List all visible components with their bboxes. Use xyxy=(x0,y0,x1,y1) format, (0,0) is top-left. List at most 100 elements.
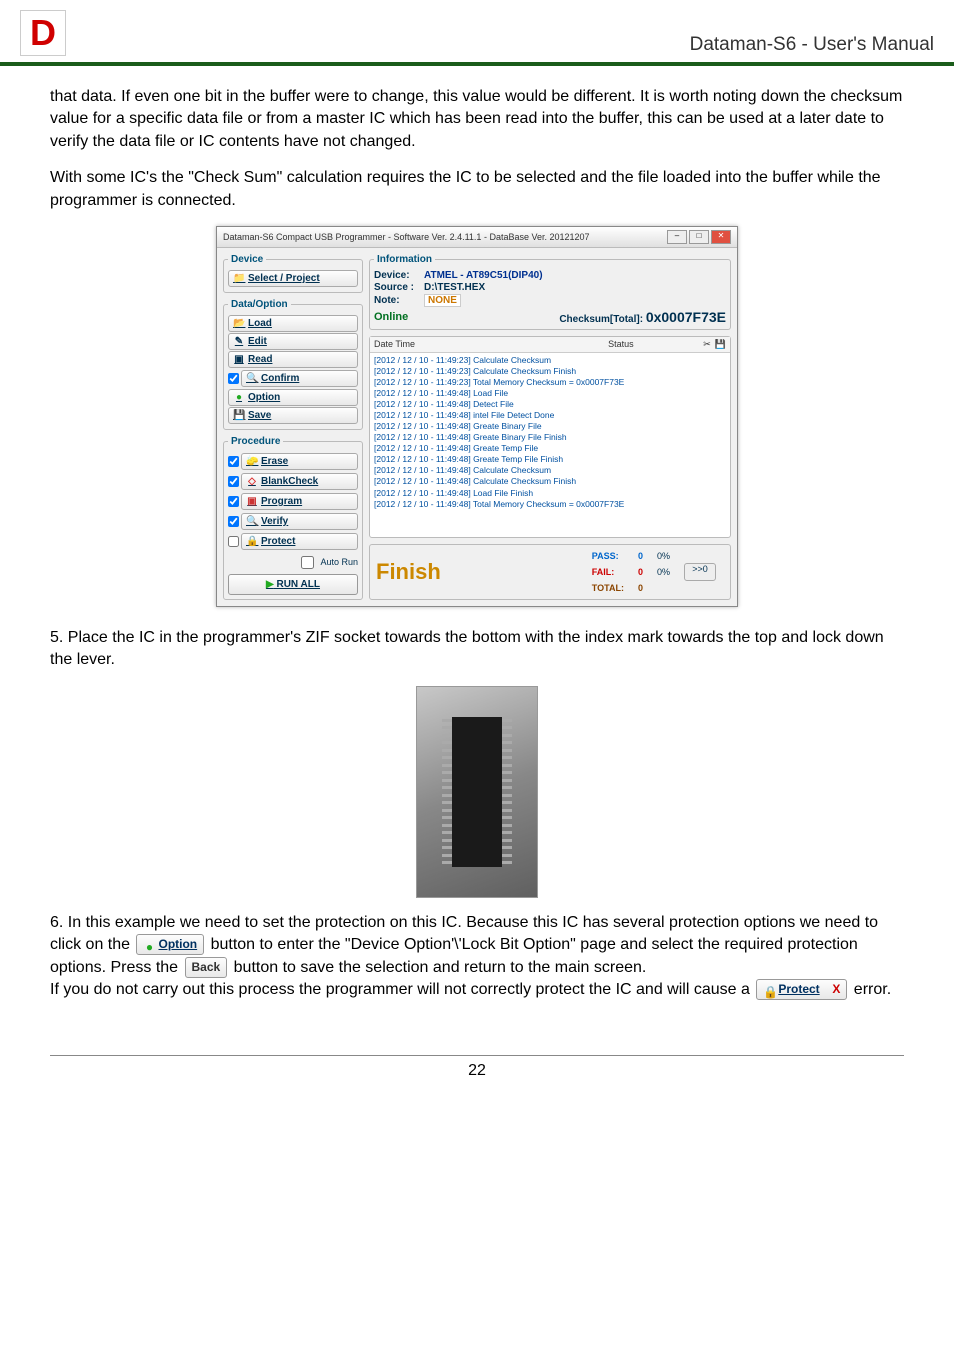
reset-counter-button[interactable]: >>0 xyxy=(684,563,716,581)
intro-paragraph-1: that data. If even one bit in the buffer… xyxy=(50,86,904,153)
titlebar: Dataman-S6 Compact USB Programmer - Soft… xyxy=(217,227,737,248)
note-value: NONE xyxy=(424,294,461,307)
log-line: [2012 / 12 / 10 - 11:49:23] Total Memory… xyxy=(374,377,726,388)
app-window: Dataman-S6 Compact USB Programmer - Soft… xyxy=(216,226,738,607)
option-icon: ● xyxy=(233,392,245,403)
minimize-button[interactable]: – xyxy=(667,230,687,244)
confirm-button[interactable]: 🔍Confirm xyxy=(241,370,358,387)
erase-icon: 🧽 xyxy=(246,456,258,467)
log-line: [2012 / 12 / 10 - 11:49:48] Greate Binar… xyxy=(374,421,726,432)
log-line: [2012 / 12 / 10 - 11:49:23] Calculate Ch… xyxy=(374,366,726,377)
auto-run-checkbox[interactable] xyxy=(301,556,314,569)
device-value: ATMEL - AT89C51(DIP40) xyxy=(424,270,543,281)
close-button[interactable]: ✕ xyxy=(711,230,731,244)
step-5: 5. Place the IC in the programmer's ZIF … xyxy=(50,627,904,672)
page-header: D Dataman-S6 - User's Manual xyxy=(0,0,954,66)
intro-paragraph-2: With some IC's the "Check Sum" calculati… xyxy=(50,167,904,212)
program-icon: ▣ xyxy=(246,496,258,507)
inline-back-button[interactable]: Back xyxy=(185,957,228,978)
log-header-datetime: Date Time xyxy=(374,339,539,350)
note-label: Note: xyxy=(374,295,424,306)
verify-icon: 🔍 xyxy=(246,516,258,527)
device-legend: Device xyxy=(228,254,266,265)
load-button[interactable]: 📂Load xyxy=(228,315,358,332)
fail-label: FAIL: xyxy=(586,563,630,581)
log-line: [2012 / 12 / 10 - 11:49:48] Load File xyxy=(374,388,726,399)
app-title: Dataman-S6 Compact USB Programmer - Soft… xyxy=(223,232,590,242)
confirm-checkbox[interactable] xyxy=(228,373,239,384)
source-label: Source : xyxy=(374,282,424,293)
run-all-button[interactable]: ▶ RUN ALL xyxy=(228,574,358,595)
data-option-group: Data/Option 📂Load ✎Edit ▣Read 🔍Confirm ●… xyxy=(223,299,363,430)
total-value: 0 xyxy=(632,583,649,593)
save-button[interactable]: 💾Save xyxy=(228,407,358,424)
program-button[interactable]: ▣Program xyxy=(241,493,358,510)
page-number: 22 xyxy=(50,1055,904,1086)
protect-checkbox[interactable] xyxy=(228,536,239,547)
log-line: [2012 / 12 / 10 - 11:49:48] Greate Temp … xyxy=(374,454,726,465)
protect-button[interactable]: 🔒Protect xyxy=(241,533,358,550)
checksum-value: 0x0007F73E xyxy=(646,309,726,325)
log-line: [2012 / 12 / 10 - 11:49:48] Greate Temp … xyxy=(374,443,726,454)
select-project-button[interactable]: 📁 Select / Project xyxy=(228,270,358,287)
option-button[interactable]: ●Option xyxy=(228,389,358,406)
header-title: Dataman-S6 - User's Manual xyxy=(690,34,934,56)
logo: D xyxy=(20,10,66,56)
blankcheck-button[interactable]: ◇BlankCheck xyxy=(241,473,358,490)
verify-button[interactable]: 🔍Verify xyxy=(241,513,358,530)
log-line: [2012 / 12 / 10 - 11:49:23] Calculate Ch… xyxy=(374,355,726,366)
device-group: Device 📁 Select / Project xyxy=(223,254,363,293)
log-header-status: Status xyxy=(539,339,704,350)
program-checkbox[interactable] xyxy=(228,496,239,507)
pass-pct: 0% xyxy=(651,551,676,561)
log-list: [2012 / 12 / 10 - 11:49:23] Calculate Ch… xyxy=(370,353,730,512)
edit-button[interactable]: ✎Edit xyxy=(228,333,358,350)
total-label: TOTAL: xyxy=(586,583,630,593)
chip-photo xyxy=(416,686,538,898)
read-icon: ▣ xyxy=(233,354,245,365)
online-status: Online xyxy=(374,311,408,323)
maximize-button[interactable]: □ xyxy=(689,230,709,244)
search-icon: 🔍 xyxy=(246,373,258,384)
erase-checkbox[interactable] xyxy=(228,456,239,467)
fail-pct: 0% xyxy=(651,563,676,581)
log-line: [2012 / 12 / 10 - 11:49:48] Load File Fi… xyxy=(374,488,726,499)
log-line: [2012 / 12 / 10 - 11:49:48] Detect File xyxy=(374,399,726,410)
information-legend: Information xyxy=(374,254,435,265)
device-label: Device: xyxy=(374,270,424,281)
finish-label: Finish xyxy=(376,559,441,585)
log-area: Date Time Status ✂ 💾 [2012 / 12 / 10 - 11… xyxy=(369,336,731,538)
log-line: [2012 / 12 / 10 - 11:49:48] Greate Binar… xyxy=(374,432,726,443)
log-line: [2012 / 12 / 10 - 11:49:48] Total Memory… xyxy=(374,499,726,510)
lock-icon: 🔒 xyxy=(246,536,258,547)
verify-checkbox[interactable] xyxy=(228,516,239,527)
log-line: [2012 / 12 / 10 - 11:49:48] intel File D… xyxy=(374,410,726,421)
clear-log-icon[interactable]: ✂ xyxy=(703,339,711,350)
auto-run-label: Auto Run xyxy=(320,557,358,567)
load-icon: 📂 xyxy=(233,318,245,329)
pass-value: 0 xyxy=(632,551,649,561)
blankcheck-icon: ◇ xyxy=(246,476,258,487)
step-6: 6. In this example we need to set the pr… xyxy=(50,912,904,1002)
status-area: Finish PASS: 0 0% FAIL: 0 xyxy=(369,544,731,600)
read-button[interactable]: ▣Read xyxy=(228,351,358,368)
fail-value: 0 xyxy=(632,563,649,581)
data-option-legend: Data/Option xyxy=(228,299,291,310)
source-value: D:\TEST.HEX xyxy=(424,282,485,293)
edit-icon: ✎ xyxy=(233,336,245,347)
information-group: Information Device:ATMEL - AT89C51(DIP40… xyxy=(369,254,731,330)
save-icon: 💾 xyxy=(233,410,245,421)
checksum-label: Checksum[Total]: xyxy=(559,314,643,325)
option-icon: ● xyxy=(143,939,155,951)
procedure-legend: Procedure xyxy=(228,436,283,447)
log-line: [2012 / 12 / 10 - 11:49:48] Calculate Ch… xyxy=(374,465,726,476)
save-log-icon[interactable]: 💾 xyxy=(715,339,726,350)
lock-icon: 🔒 xyxy=(763,984,775,996)
pass-label: PASS: xyxy=(586,551,630,561)
inline-protect-button[interactable]: 🔒 Protect X xyxy=(756,979,847,1000)
x-icon: X xyxy=(832,981,840,998)
inline-option-button[interactable]: ● Option xyxy=(136,934,204,955)
logo-letter: D xyxy=(30,12,56,54)
blankcheck-checkbox[interactable] xyxy=(228,476,239,487)
erase-button[interactable]: 🧽Erase xyxy=(241,453,358,470)
